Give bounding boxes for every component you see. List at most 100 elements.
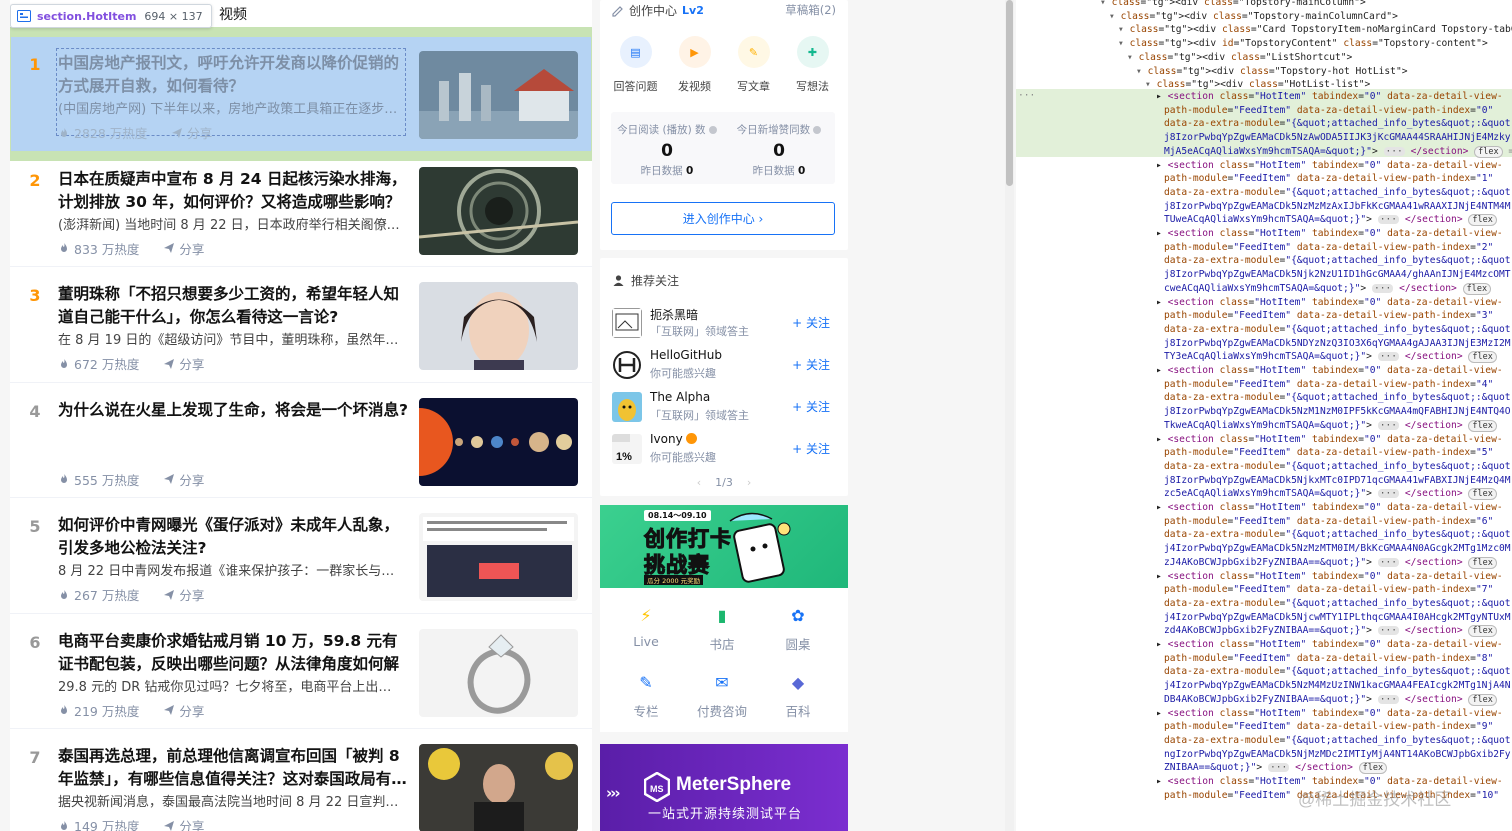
scrollbar-thumb[interactable] [1006, 0, 1013, 186]
flex-badge[interactable]: flex [1474, 145, 1503, 158]
prev-page-icon[interactable]: ‹ [697, 476, 701, 489]
feature-wiki[interactable]: ◆ 百科 [757, 673, 839, 720]
info-icon[interactable] [813, 126, 822, 134]
hot-title[interactable]: 电商平台卖康价求婚钻戒月销 10 万，59.8 元有证书配包装，反映出哪些问题？… [58, 630, 408, 676]
hot-title[interactable]: 日本在质疑声中宣布 8 月 24 日起核污染水排海，计划排放 30 年，如何评价… [58, 168, 408, 214]
hot-thumbnail[interactable] [419, 282, 578, 370]
creator-tool-0[interactable]: ▤ 回答问题 [607, 36, 665, 94]
share-button[interactable]: 分享 [163, 470, 204, 489]
flex-badge[interactable]: flex [1468, 214, 1497, 227]
follow-button[interactable]: + 关注 [792, 314, 830, 331]
avatar[interactable]: 1% [612, 434, 642, 464]
creator-tool-2[interactable]: ✎ 写文章 [725, 36, 783, 94]
drafts-link[interactable]: 草稿箱(2) [785, 2, 836, 18]
dom-node-line[interactable]: ▾ class="tg"><div class="Topstory-mainCo… [1100, 0, 1366, 10]
hot-title[interactable]: 董明珠称「不招只想要多少工资的，希望年轻人知道自己能干什么」，你怎么看待这一言论… [58, 283, 408, 329]
metersphere-ad[interactable]: ››› MS MeterSphere 一站式开源持续测试平台 [600, 744, 848, 831]
dom-node-line[interactable]: ▾ class="tg"><div id="TopstoryContent" c… [1118, 37, 1488, 51]
flame-icon [61, 358, 67, 368]
flex-badge[interactable]: flex [1462, 282, 1492, 295]
follow-button[interactable]: + 关注 [792, 440, 830, 457]
share-label: 分享 [179, 588, 205, 603]
next-page-icon[interactable]: › [747, 476, 751, 489]
selected-node-marker: ··· [1018, 90, 1036, 101]
creator-tool-label: 回答问题 [613, 80, 658, 93]
hot-item[interactable]: 2 日本在质疑声中宣布 8 月 24 日起核污染水排海，计划排放 30 年，如何… [10, 152, 592, 267]
flex-badge[interactable]: flex [1468, 351, 1497, 364]
hot-item[interactable]: 6 电商平台卖康价求婚钻戒月销 10 万，59.8 元有证书配包装，反映出哪些问… [10, 614, 592, 729]
hot-thumbnail[interactable] [419, 513, 578, 601]
share-button[interactable]: 分享 [163, 239, 204, 258]
share-button[interactable]: 分享 [171, 123, 212, 142]
hot-thumbnail[interactable] [419, 51, 578, 139]
hot-item[interactable]: 5 如何评价中青网曝光《蛋仔派对》未成年人乱象，引发多地公检法关注? 8 月 2… [10, 498, 592, 614]
heat-metric: 833 万热度 [58, 239, 139, 258]
hot-title[interactable]: 如何评价中青网曝光《蛋仔派对》未成年人乱象，引发多地公检法关注? [58, 514, 408, 560]
hot-title[interactable]: 中国房地产报刊文，呼吁允许开发商以降价促销的方式展开自救，如何看待？ [58, 52, 408, 98]
flex-badge[interactable]: flex [1468, 556, 1497, 569]
hot-item[interactable]: 7 泰国再选总理，前总理他信离调宣布回国「被判 8 年监禁」，有哪些信息值得关注… [10, 729, 592, 831]
recommended-user[interactable]: The Alpha 「互联网」领域答主 + 关注 [612, 390, 836, 428]
flame-icon [61, 820, 67, 830]
side-column: 创作中心 Lv2 草稿箱(2) ▤ 回答问题 ▶ 发视频 ✎ 写文章 ✚ 写想法 今日… [600, 0, 848, 831]
hot-thumbnail[interactable] [419, 166, 578, 255]
hot-excerpt[interactable]: 8 月 22 日中青网发布报道《谁来保护孩子：一群家长与〈蛋… [58, 561, 402, 583]
recommended-user[interactable]: HelloGitHub 你可能感兴趣 + 关注 [612, 348, 836, 386]
feature-book[interactable]: ▮ 书店 [681, 606, 763, 653]
feature-lightning[interactable]: ⚡ Live [605, 606, 687, 649]
share-button[interactable]: 分享 [163, 816, 204, 831]
creator-tool-3[interactable]: ✚ 写想法 [784, 36, 842, 94]
share-button[interactable]: 分享 [163, 354, 204, 373]
hot-thumbnail[interactable] [419, 628, 578, 717]
avatar[interactable] [612, 350, 642, 380]
recommend-pager: ‹ 1/3 › [600, 476, 848, 489]
section-index: 2 [1481, 241, 1488, 253]
page-scrollbar[interactable] [1005, 0, 1014, 831]
share-button[interactable]: 分享 [163, 701, 204, 720]
flex-badge[interactable]: flex [1468, 419, 1497, 432]
hot-excerpt[interactable]: (中国房地产网) 下半年以来，房地产政策工具箱正在逐步… [58, 99, 402, 121]
info-icon[interactable] [708, 126, 717, 134]
hot-item[interactable]: 3 董明珠称「不招只想要多少工资的，希望年轻人知道自己能干什么」，你怎么看待这一… [10, 267, 592, 383]
user-name[interactable]: Ivony [650, 432, 683, 446]
hot-excerpt[interactable]: 29.8 元的 DR 钻戒你见过吗？七夕将至，电商平台上出现了… [58, 677, 402, 699]
hot-title[interactable]: 泰国再选总理，前总理他信离调宣布回国「被判 8 年监禁」，有哪些信息值得关注？这… [58, 745, 408, 791]
recommended-user[interactable]: 扼杀黑暗 「互联网」领域答主 + 关注 [612, 306, 836, 344]
dom-node-line[interactable]: ▾ class="tg"><div class="Card TopstoryIt… [1118, 23, 1512, 37]
user-name[interactable]: HelloGitHub [650, 348, 722, 362]
dom-node-line[interactable]: ▾ class="tg"><div class="Topstory-mainCo… [1109, 10, 1398, 24]
follow-button[interactable]: + 关注 [792, 356, 830, 373]
user-name[interactable]: The Alpha [650, 390, 710, 404]
hot-item[interactable]: 4 为什么说在火星上发现了生命，将会是一个坏消息? 555 万热度 分享 [10, 383, 592, 498]
flex-badge[interactable]: flex [1468, 488, 1497, 501]
creator-tool-1[interactable]: ▶ 发视频 [666, 36, 724, 94]
follow-button[interactable]: + 关注 [792, 398, 830, 415]
enter-creator-center-button[interactable]: 进入创作中心 › [611, 202, 835, 235]
yesterday-value: 0 [686, 165, 694, 177]
hot-excerpt[interactable]: 在 8 月 19 日的《超级访问》节目中，董明珠称，虽然年轻… [58, 330, 402, 352]
dom-node-line[interactable]: ▾ class="tg"><div class="Topstory-hot Ho… [1136, 65, 1408, 79]
devtools-elements-panel: ▾ class="tg"><div class="Topstory-mainCo… [1016, 0, 1512, 831]
share-button[interactable]: 分享 [163, 585, 204, 604]
tab-video[interactable]: 视频 [219, 4, 247, 24]
challenge-banner[interactable]: 08.14～09.10 创作打卡 挑战赛 瓜分 2000 元奖励 [600, 505, 848, 588]
creator-level-badge[interactable]: Lv2 [682, 4, 704, 17]
avatar[interactable] [612, 308, 642, 338]
feature-roundtable[interactable]: ✿ 圆桌 [757, 606, 839, 653]
hot-excerpt[interactable]: (澎湃新闻) 当地时间 8 月 22 日，日本政府举行相关阁僚… [58, 215, 402, 237]
flex-badge[interactable]: flex [1468, 625, 1497, 638]
recommended-user[interactable]: 1% Ivony 你可能感兴趣 + 关注 [612, 432, 836, 470]
hot-thumbnail[interactable] [419, 397, 578, 486]
user-name[interactable]: 扼杀黑暗 [650, 306, 698, 323]
dom-node-line[interactable]: ▾ class="tg"><div class="ListShortcut"> [1127, 51, 1352, 65]
flex-badge[interactable]: flex [1468, 693, 1497, 706]
hot-title[interactable]: 为什么说在火星上发现了生命，将会是一个坏消息? [58, 399, 408, 422]
flex-badge[interactable]: flex [1358, 762, 1388, 775]
dom-node-text: class="tg"><div class="Card TopstoryItem… [1129, 24, 1512, 36]
feature-pen[interactable]: ✎ 专栏 [605, 673, 687, 720]
hot-thumbnail[interactable] [419, 744, 578, 831]
avatar[interactable] [612, 392, 642, 422]
hot-excerpt[interactable]: 据央视新闻消息，泰国最高法院当地时间 8 月 22 日宣判，… [58, 792, 402, 814]
feature-consult[interactable]: ✉ 付费咨询 [681, 673, 763, 720]
hot-item[interactable]: 1 中国房地产报刊文，呼吁允许开发商以降价促销的方式展开自救，如何看待？ (中国… [10, 27, 592, 161]
